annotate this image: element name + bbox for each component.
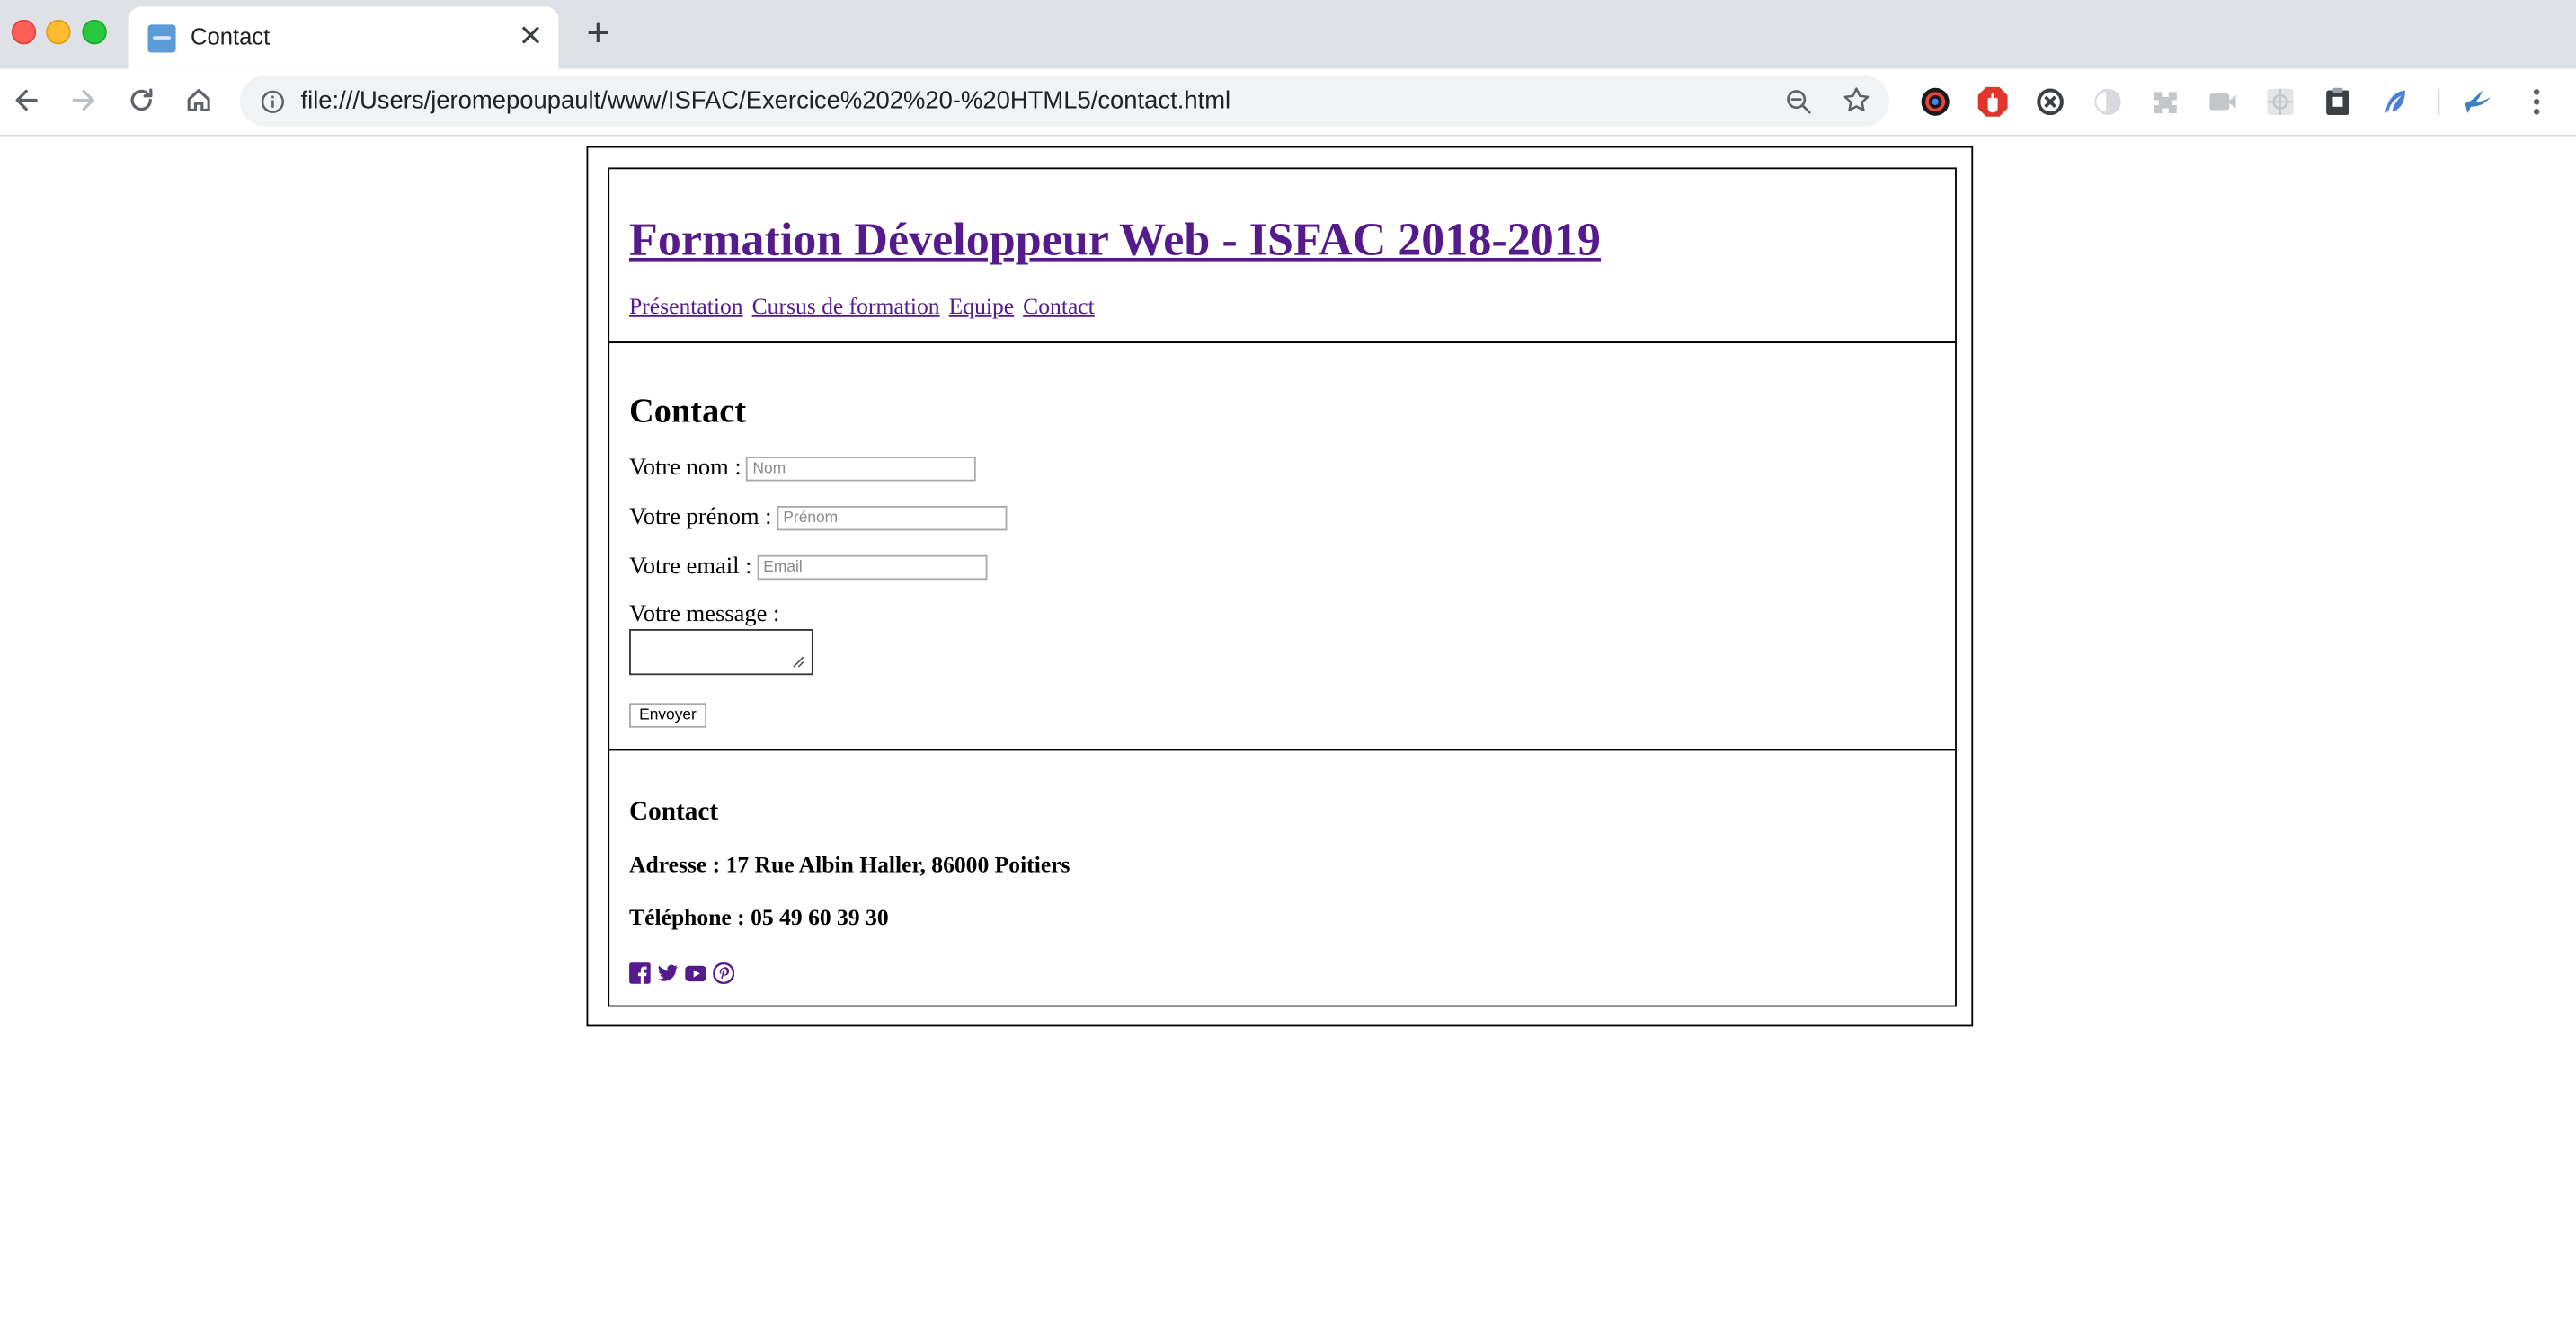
browser-menu-icon[interactable] xyxy=(2522,85,2552,119)
send-button[interactable]: Envoyer xyxy=(629,703,706,728)
tab-strip: Contact ✕ + xyxy=(0,0,2576,69)
page-title: Contact xyxy=(629,391,747,430)
toolbar-separator xyxy=(2438,88,2440,115)
pinterest-icon[interactable] xyxy=(712,962,735,985)
youtube-icon[interactable] xyxy=(685,962,706,984)
zoom-out-icon[interactable] xyxy=(1784,87,1814,117)
form-row-prenom: Votre prénom : xyxy=(629,504,1007,532)
home-icon xyxy=(187,88,210,112)
main-nav: Présentation Cursus de formation Equipe … xyxy=(629,296,1097,322)
extension-camera-icon[interactable] xyxy=(2207,85,2240,119)
address-bar[interactable]: file:///Users/jeromepoupault/www/ISFAC/E… xyxy=(239,75,1889,127)
email-label: Votre email : xyxy=(629,553,752,581)
tab-close-icon[interactable]: ✕ xyxy=(516,22,546,51)
nav-link-cursus[interactable]: Cursus de formation xyxy=(752,296,940,320)
nav-link-presentation[interactable]: Présentation xyxy=(629,296,743,320)
extension-sync-icon[interactable] xyxy=(2034,85,2067,119)
tab-contact[interactable]: Contact ✕ xyxy=(128,6,559,69)
reload-icon xyxy=(130,88,153,111)
nav-link-equipe[interactable]: Equipe xyxy=(949,296,1014,320)
extension-color-picker-icon[interactable] xyxy=(1919,85,1952,119)
minimize-window-button[interactable] xyxy=(46,19,71,45)
extension-adblock-icon[interactable] xyxy=(1976,85,2010,119)
extension-puzzle-icon[interactable] xyxy=(2149,85,2182,119)
social-links xyxy=(629,962,735,985)
extension-feather-icon[interactable] xyxy=(2379,85,2412,119)
site-header: Formation Développeur Web - ISFAC 2018-2… xyxy=(608,167,1957,344)
prenom-label: Votre prénom : xyxy=(629,504,772,531)
zoom-window-button[interactable] xyxy=(82,19,107,45)
footer-title: Contact xyxy=(629,798,719,827)
form-row-email: Votre email : xyxy=(629,554,987,581)
email-input[interactable] xyxy=(756,554,987,581)
back-button[interactable] xyxy=(8,82,44,118)
page-favicon-icon xyxy=(147,24,176,53)
page-container: Formation Développeur Web - ISFAC 2018-2… xyxy=(586,146,1974,1027)
extension-ghost-icon[interactable] xyxy=(2092,85,2125,119)
extension-clipboard-icon[interactable] xyxy=(2322,85,2355,119)
reload-button[interactable] xyxy=(123,82,159,118)
resize-grip-icon[interactable] xyxy=(792,655,805,669)
form-row-nom: Votre nom : xyxy=(629,455,977,483)
nom-label: Votre nom : xyxy=(629,455,742,482)
extension-bird-icon[interactable] xyxy=(2461,85,2494,119)
browser-toolbar: file:///Users/jeromepoupault/www/ISFAC/E… xyxy=(0,68,2576,137)
home-button[interactable] xyxy=(181,82,217,118)
forward-button[interactable] xyxy=(66,82,102,118)
url-text[interactable]: file:///Users/jeromepoupault/www/ISFAC/E… xyxy=(300,87,1230,115)
bookmark-star-icon[interactable] xyxy=(1842,85,1871,115)
message-textarea[interactable] xyxy=(629,629,813,676)
site-title-link[interactable]: Formation Développeur Web - ISFAC 2018-2… xyxy=(629,215,1601,267)
nom-input[interactable] xyxy=(746,457,977,482)
back-arrow-icon xyxy=(15,89,38,111)
nav-link-contact[interactable]: Contact xyxy=(1023,296,1095,320)
facebook-icon[interactable] xyxy=(629,962,651,984)
info-icon[interactable] xyxy=(260,89,286,115)
main-content: Contact Votre nom : Votre prénom : Votre… xyxy=(608,341,1957,751)
browser-window: Contact ✕ + file:///Users/jeromepoupault… xyxy=(0,0,2576,1321)
forward-arrow-icon xyxy=(72,89,94,111)
footer-phone: Téléphone : 05 49 60 39 30 xyxy=(629,906,889,932)
message-label: Votre message : xyxy=(629,600,780,628)
twitter-icon[interactable] xyxy=(657,962,679,984)
site-footer: Contact Adresse : 17 Rue Albin Haller, 8… xyxy=(608,749,1957,1007)
close-window-button[interactable] xyxy=(11,19,37,45)
page-viewport: Formation Développeur Web - ISFAC 2018-2… xyxy=(0,136,2576,1321)
new-tab-button[interactable]: + xyxy=(580,14,616,54)
tab-title: Contact xyxy=(191,22,271,49)
prenom-input[interactable] xyxy=(777,505,1007,531)
extension-grid-icon[interactable] xyxy=(2264,85,2297,119)
footer-address: Adresse : 17 Rue Albin Haller, 86000 Poi… xyxy=(629,854,1070,879)
